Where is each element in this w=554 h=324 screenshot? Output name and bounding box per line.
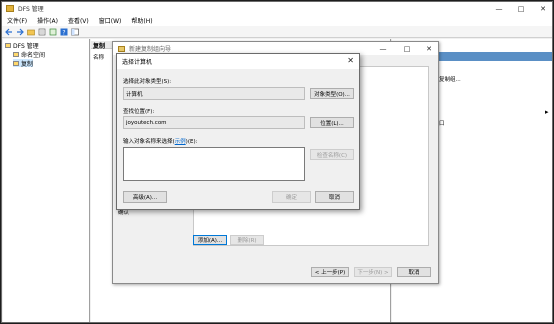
navigation-tree: DFS 管理 命名空间 复制: [3, 39, 90, 322]
object-names-input[interactable]: [123, 147, 305, 181]
maximize-button[interactable]: □: [510, 2, 532, 15]
tree-root-dfs-management[interactable]: DFS 管理: [5, 41, 39, 50]
next-button[interactable]: 下一步(N) >: [354, 267, 392, 277]
main-title-bar: DFS 管理 — □ ✕: [2, 2, 552, 15]
folder-icon[interactable]: [27, 28, 35, 36]
wizard-close-button[interactable]: ✕: [418, 42, 440, 55]
menu-view[interactable]: 查看(V): [63, 16, 94, 25]
menu-action[interactable]: 操作(A): [32, 16, 63, 25]
wizard-title: 新建复制组向导: [129, 46, 172, 53]
dialog-title: 选择计算机: [122, 59, 153, 66]
name-column-header[interactable]: 名称: [93, 53, 104, 61]
location-label: 查找位置(F):: [123, 109, 155, 115]
select-computer-dialog: 选择计算机 ✕ 选择此对象类型(S): 计算机 对象类型(O)... 查找位置(…: [116, 53, 360, 210]
wizard-icon: [118, 45, 125, 52]
object-types-button[interactable]: 对象类型(O)...: [310, 88, 354, 99]
wizard-maximize-button[interactable]: □: [396, 42, 418, 55]
svg-text:?: ?: [62, 29, 65, 36]
menu-help[interactable]: 帮助(H): [126, 16, 157, 25]
action-window[interactable]: 口: [439, 119, 445, 127]
help-icon[interactable]: ?: [60, 28, 68, 36]
namespace-icon: [13, 51, 19, 57]
close-button[interactable]: ✕: [532, 2, 554, 15]
menu-window[interactable]: 窗口(W): [94, 16, 127, 25]
tree-item-namespaces-label: 命名空间: [21, 51, 46, 59]
location-field: joyoutech.com: [123, 116, 305, 129]
delete-button[interactable]: 删除(R): [230, 235, 264, 245]
object-names-label-start: 输入对象名称来选择(: [123, 139, 175, 145]
menu-bar: 文件(F) 操作(A) 查看(V) 窗口(W) 帮助(H): [2, 15, 552, 26]
tree-item-namespaces[interactable]: 命名空间: [13, 50, 46, 59]
add-button[interactable]: 添加(A)...: [193, 235, 227, 245]
menu-file[interactable]: 文件(F): [2, 16, 32, 25]
advanced-button[interactable]: 高级(A)...: [123, 191, 167, 203]
object-names-label: 输入对象名称来选择(示例)(E):: [123, 137, 197, 145]
back-icon[interactable]: [5, 28, 13, 36]
replication-icon: [13, 60, 19, 66]
properties-icon[interactable]: [38, 28, 46, 36]
tree-item-replication[interactable]: 复制: [13, 59, 34, 68]
wizard-cancel-button[interactable]: 取消: [397, 267, 431, 277]
toolbar: ?: [2, 26, 552, 38]
panel-icon[interactable]: [71, 28, 79, 36]
dfs-app-icon: [6, 5, 14, 12]
examples-link[interactable]: 示例: [175, 139, 186, 145]
object-type-label: 选择此对象类型(S):: [123, 79, 172, 85]
check-names-button[interactable]: 检查名称(C): [310, 149, 354, 160]
tree-item-replication-label: 复制: [21, 60, 34, 68]
dialog-close-icon[interactable]: ✕: [347, 56, 354, 65]
dialog-title-bar: 选择计算机: [117, 54, 359, 69]
expand-arrow-icon[interactable]: ▸: [545, 108, 549, 116]
ok-button[interactable]: 确定: [272, 191, 311, 203]
action-replication-group[interactable]: 复制组...: [439, 75, 461, 83]
dialog-cancel-button[interactable]: 取消: [315, 191, 354, 203]
minimize-button[interactable]: —: [488, 2, 510, 15]
main-window-title: DFS 管理: [18, 6, 44, 13]
previous-button[interactable]: < 上一步(P): [311, 267, 349, 277]
object-type-field: 计算机: [123, 87, 305, 100]
tree-root-label: DFS 管理: [13, 42, 39, 50]
export-icon[interactable]: [49, 28, 57, 36]
object-names-label-end: )(E):: [185, 139, 198, 145]
center-pane-title: 复制: [93, 43, 106, 50]
locations-button[interactable]: 位置(L)...: [310, 117, 354, 128]
wizard-minimize-button[interactable]: —: [372, 42, 394, 55]
dfs-folder-icon: [5, 42, 11, 48]
forward-icon[interactable]: [16, 28, 24, 36]
